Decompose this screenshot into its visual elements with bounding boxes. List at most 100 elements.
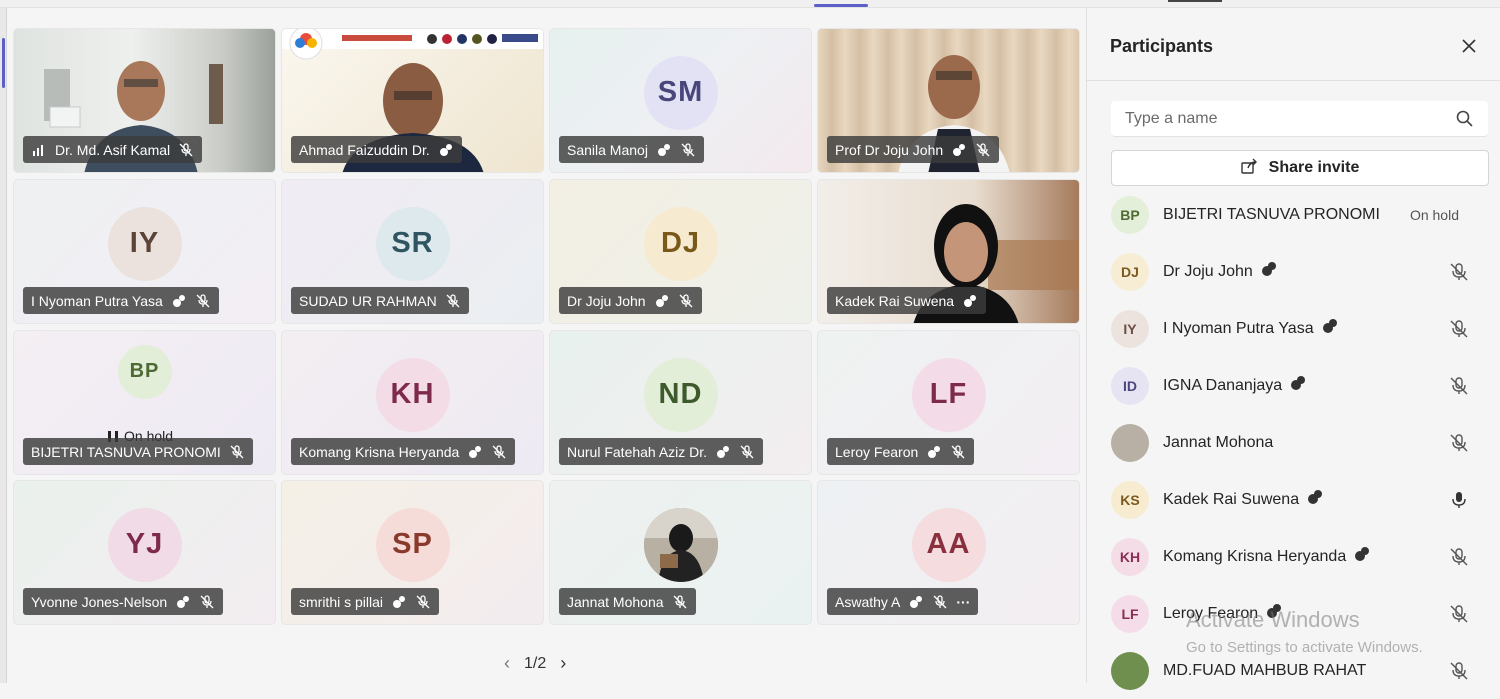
participant-row[interactable]: DJ Dr Joju John xyxy=(1087,243,1500,300)
search-icon[interactable] xyxy=(1456,110,1474,133)
mic-off-icon xyxy=(739,444,755,460)
share-invite-button[interactable]: Share invite xyxy=(1111,150,1489,186)
name-label: Nurul Fatehah Aziz Dr. xyxy=(559,438,764,465)
participant-name-text: Dr Joju John xyxy=(1163,262,1253,280)
avatar: ND xyxy=(643,357,718,432)
participant-tile[interactable]: LF Leroy Fearon xyxy=(817,330,1080,475)
participant-tile[interactable]: KH Komang Krisna Heryanda xyxy=(281,330,544,475)
avatar: YJ xyxy=(107,507,182,582)
external-org-icon xyxy=(1261,261,1277,282)
participant-row[interactable]: Jannat Mohona xyxy=(1087,414,1500,471)
participant-row-name: Komang Krisna Heryanda xyxy=(1163,546,1370,567)
name-label: smrithi s pillai xyxy=(291,588,440,615)
external-org-icon xyxy=(1290,375,1306,396)
participant-name-text: Komang Krisna Heryanda xyxy=(1163,547,1347,565)
mic-off-icon[interactable] xyxy=(1449,262,1469,282)
participant-tile[interactable]: AA Aswathy A ··· xyxy=(817,480,1080,625)
participant-name: Dr. Md. Asif Kamal xyxy=(55,141,171,158)
participant-tile[interactable]: YJ Yvonne Jones-Nelson xyxy=(13,480,276,625)
participant-row-name: Kadek Rai Suwena xyxy=(1163,489,1323,510)
participant-name-text: IGNA Dananjaya xyxy=(1163,376,1283,394)
participant-name-text: BIJETRI TASNUVA PRONOMI xyxy=(1163,205,1380,223)
close-icon[interactable] xyxy=(1459,36,1479,56)
participant-name: Jannat Mohona xyxy=(567,593,664,610)
avatar: AA xyxy=(911,507,986,582)
participant-row[interactable]: IY I Nyoman Putra Yasa xyxy=(1087,300,1500,357)
name-label: BIJETRI TASNUVA PRONOMI xyxy=(23,438,253,465)
participant-tile[interactable]: Dr. Md. Asif Kamal xyxy=(13,28,276,173)
participant-name: Prof Dr Joju John xyxy=(835,141,944,158)
avatar: LF xyxy=(911,357,986,432)
mic-off-icon xyxy=(195,293,211,309)
participant-tile[interactable]: IY I Nyoman Putra Yasa xyxy=(13,179,276,324)
external-org-icon xyxy=(1354,546,1370,567)
mic-off-icon[interactable] xyxy=(1449,547,1469,567)
avatar: SP xyxy=(375,507,450,582)
left-edge-marker xyxy=(2,38,5,88)
mic-off-icon xyxy=(950,444,966,460)
participant-name: Dr Joju John xyxy=(567,292,646,309)
participant-tile[interactable]: Ahmad Faizuddin Dr. xyxy=(281,28,544,173)
pagination: ‹ 1/2 › xyxy=(504,653,566,674)
participant-row[interactable]: KS Kadek Rai Suwena xyxy=(1087,471,1500,528)
name-label: Dr. Md. Asif Kamal xyxy=(23,136,203,163)
participant-tile[interactable]: SM Sanila Manoj xyxy=(549,28,812,173)
participant-tile[interactable]: Jannat Mohona xyxy=(549,480,812,625)
participant-row[interactable]: BP BIJETRI TASNUVA PRONOMI On hold xyxy=(1087,186,1500,243)
mic-off-icon[interactable] xyxy=(1449,604,1469,624)
share-icon xyxy=(1240,158,1259,179)
mic-off-icon xyxy=(415,594,431,610)
participant-name: smrithi s pillai xyxy=(299,593,384,610)
previous-page-button[interactable]: ‹ xyxy=(504,653,510,674)
mic-off-icon xyxy=(178,142,194,158)
participant-tile[interactable]: ND Nurul Fatehah Aziz Dr. xyxy=(549,330,812,475)
search-input[interactable] xyxy=(1125,109,1435,128)
left-edge xyxy=(0,8,7,683)
participant-row-name: Dr Joju John xyxy=(1163,261,1277,282)
activate-windows-subtext: Go to Settings to activate Windows. xyxy=(1186,639,1423,656)
mic-off-icon xyxy=(678,293,694,309)
participant-name-text: Kadek Rai Suwena xyxy=(1163,490,1300,508)
external-org-icon xyxy=(391,594,407,610)
participant-row[interactable]: ID IGNA Dananjaya xyxy=(1087,357,1500,414)
participant-name: Komang Krisna Heryanda xyxy=(299,443,460,460)
mic-off-icon[interactable] xyxy=(1449,661,1469,681)
top-bar xyxy=(0,0,1500,8)
name-label: Leroy Fearon xyxy=(827,438,975,465)
mic-off-icon[interactable] xyxy=(1449,376,1469,396)
participant-name: Sanila Manoj xyxy=(567,141,648,158)
mic-off-icon[interactable] xyxy=(1449,319,1469,339)
external-org-icon xyxy=(715,444,731,460)
mic-on-icon[interactable] xyxy=(1449,490,1469,510)
participant-name: I Nyoman Putra Yasa xyxy=(31,292,163,309)
mic-off-icon[interactable] xyxy=(1449,433,1469,453)
participant-name-text: MD.FUAD MAHBUB RAHAT xyxy=(1163,661,1367,679)
participant-tile[interactable]: SP smrithi s pillai xyxy=(281,480,544,625)
avatar: BP xyxy=(117,344,172,399)
participant-avatar: KS xyxy=(1111,480,1149,519)
participant-tile[interactable]: DJ Dr Joju John xyxy=(549,179,812,324)
participant-tile[interactable]: Kadek Rai Suwena xyxy=(817,179,1080,324)
external-org-icon xyxy=(1322,318,1338,339)
participant-tile[interactable]: SR SUDAD UR RAHMAN xyxy=(281,179,544,324)
external-org-icon xyxy=(171,293,187,309)
next-page-button[interactable]: › xyxy=(560,653,566,674)
more-options-button[interactable]: ··· xyxy=(956,594,970,610)
name-label: Aswathy A ··· xyxy=(827,588,979,615)
avatar-photo xyxy=(643,507,718,582)
name-label: Kadek Rai Suwena xyxy=(827,287,987,314)
participant-row[interactable]: KH Komang Krisna Heryanda xyxy=(1087,528,1500,585)
name-label: Yvonne Jones-Nelson xyxy=(23,588,224,615)
external-org-icon xyxy=(656,142,672,158)
name-label: SUDAD UR RAHMAN xyxy=(291,287,469,314)
name-label: Dr Joju John xyxy=(559,287,702,314)
participant-avatar: KH xyxy=(1111,537,1149,576)
participant-avatar: ID xyxy=(1111,366,1149,405)
participant-name-text: Jannat Mohona xyxy=(1163,433,1274,451)
participant-tile[interactable]: Prof Dr Joju John xyxy=(817,28,1080,173)
external-org-icon xyxy=(908,594,924,610)
name-label: Ahmad Faizuddin Dr. xyxy=(291,136,462,163)
participant-tile[interactable]: BP On hold BIJETRI TASNUVA PRONOMI xyxy=(13,330,276,475)
external-org-icon xyxy=(438,142,454,158)
avatar: SM xyxy=(643,55,718,130)
